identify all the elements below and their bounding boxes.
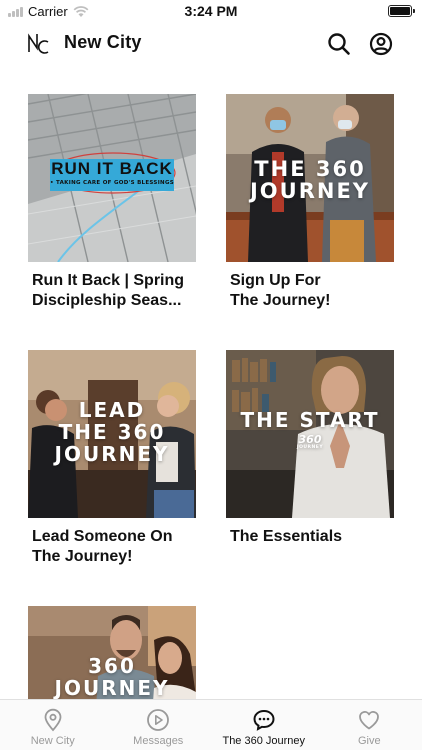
card-image-subheadline: • TAKING CARE OF GOD'S BLESSINGS bbox=[49, 180, 175, 186]
status-bar: Carrier 3:24 PM bbox=[0, 0, 422, 22]
account-icon bbox=[369, 32, 393, 56]
card-image-headline-line2: JOURNEY bbox=[54, 676, 170, 699]
card-image-headline-line2: THE 360 bbox=[58, 420, 166, 444]
card-thumbnail: LEAD THE 360 JOURNEY bbox=[28, 350, 196, 518]
card-title: Sign Up For The Journey! bbox=[230, 272, 331, 309]
chat-bubble-icon bbox=[253, 709, 275, 731]
card-image-headline-line1: 360 bbox=[88, 654, 136, 678]
content-card-360-journey[interactable]: 360 JOURNEY bbox=[28, 606, 196, 699]
tab-the-360-journey[interactable]: The 360 Journey bbox=[211, 700, 317, 750]
tab-label: The 360 Journey bbox=[222, 735, 306, 747]
card-image-headline-line1: LEAD bbox=[78, 398, 146, 422]
tab-messages[interactable]: Messages bbox=[106, 700, 212, 750]
status-time: 3:24 PM bbox=[184, 3, 238, 19]
card-image-subheadline-2: JOURNEY bbox=[296, 445, 324, 450]
card-image-headline-line2: JOURNEY bbox=[249, 179, 370, 203]
card-image-headline: RUN IT BACK bbox=[51, 159, 173, 178]
card-image-subheadline: 360 bbox=[298, 433, 322, 446]
location-pin-icon bbox=[44, 708, 62, 732]
new-city-logo bbox=[28, 33, 49, 54]
app-title: New City bbox=[64, 32, 142, 52]
card-thumbnail: 360 JOURNEY bbox=[28, 606, 196, 699]
search-icon bbox=[328, 33, 350, 55]
tab-give[interactable]: Give bbox=[317, 700, 422, 750]
app-header: New City bbox=[0, 24, 422, 64]
tab-label: Messages bbox=[133, 735, 184, 747]
tab-label: Give bbox=[357, 735, 381, 747]
tab-new-city[interactable]: New City bbox=[0, 700, 106, 750]
content-card-run-it-back[interactable]: RUN IT BACK • TAKING CARE OF GOD'S BLESS… bbox=[28, 94, 196, 311]
tab-label: New City bbox=[30, 735, 75, 747]
card-thumbnail: RUN IT BACK • TAKING CARE OF GOD'S BLESS… bbox=[28, 94, 196, 262]
tab-bar: New City Messages The 360 Journey Give bbox=[0, 699, 422, 750]
battery-icon bbox=[388, 5, 415, 17]
play-circle-icon bbox=[147, 709, 170, 731]
content-card-the-essentials[interactable]: THE START 360 JOURNEY The Essentials bbox=[226, 350, 394, 547]
card-thumbnail: THE 360 JOURNEY bbox=[226, 94, 394, 262]
account-button[interactable] bbox=[368, 31, 394, 57]
card-image-headline: THE START bbox=[240, 408, 380, 432]
card-title: Run It Back | Spring Discipleship Seas..… bbox=[32, 272, 185, 309]
search-button[interactable] bbox=[326, 31, 352, 57]
card-title: Lead Someone On The Journey! bbox=[32, 528, 173, 565]
card-image-headline-line1: THE 360 bbox=[254, 157, 366, 181]
content-card-lead-someone[interactable]: LEAD THE 360 JOURNEY Lead Someone On The… bbox=[28, 350, 196, 567]
card-title: The Essentials bbox=[230, 528, 343, 545]
card-image-headline-line3: JOURNEY bbox=[54, 442, 170, 466]
heart-icon bbox=[359, 711, 380, 730]
content-card-sign-up[interactable]: THE 360 JOURNEY Sign Up For The Journey! bbox=[226, 94, 394, 311]
card-thumbnail: THE START 360 JOURNEY bbox=[226, 350, 394, 518]
